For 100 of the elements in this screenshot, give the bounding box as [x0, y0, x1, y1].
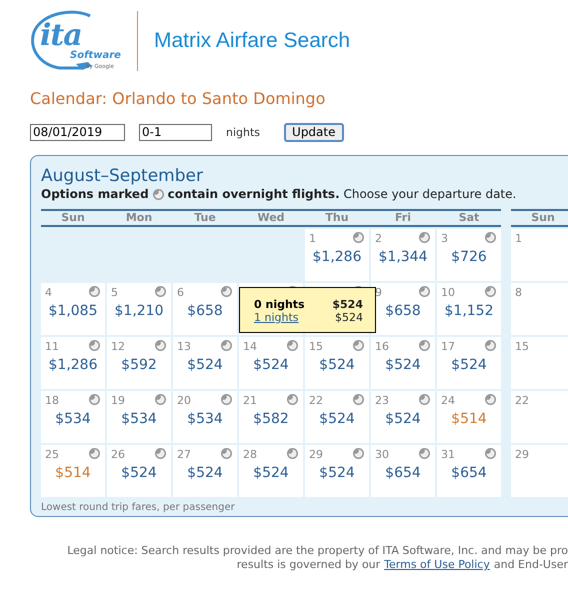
day-cell[interactable]: 18 $534 [41, 391, 105, 443]
day-cell[interactable]: 11 $1,286 [41, 337, 105, 389]
day-cell[interactable]: 5 $1,210 [107, 283, 171, 335]
day-number: 17 [441, 340, 455, 353]
day-cell[interactable]: 1 [511, 229, 568, 281]
day-number: 28 [243, 448, 257, 461]
day-number: 23 [375, 394, 389, 407]
overnight-icon [287, 340, 298, 351]
day-cell[interactable]: 28 $524 [239, 445, 303, 497]
day-cell[interactable]: 22 [511, 391, 568, 443]
day-number: 29 [515, 448, 529, 461]
fare-price: $534 [120, 411, 158, 427]
overnight-icon [353, 340, 364, 351]
day-cell[interactable]: 29 [511, 445, 568, 497]
fare-price: $524 [120, 465, 158, 481]
fare-price: $524 [252, 357, 290, 373]
day-number: 22 [309, 394, 323, 407]
day-number: 8 [515, 286, 522, 299]
fare-price: $1,210 [114, 303, 164, 319]
legal-notice: results is governed by our [236, 558, 380, 572]
tooltip-price: $524 [335, 311, 363, 324]
calendar-title: August–September [41, 166, 204, 186]
day-cell[interactable]: 16 $524 [371, 337, 435, 389]
overnight-icon [155, 394, 166, 405]
day-cell[interactable]: 24 $514 [437, 391, 501, 443]
overnight-icon [353, 448, 364, 459]
overnight-icon [419, 232, 430, 243]
day-cell[interactable]: 19 $534 [107, 391, 171, 443]
overnight-icon [287, 394, 298, 405]
day-number: 18 [45, 394, 59, 407]
nights-field[interactable]: 0-1 [139, 124, 212, 140]
day-cell[interactable]: 29 $524 [305, 445, 369, 497]
day-cell[interactable]: 26 $524 [107, 445, 171, 497]
overnight-icon [89, 286, 100, 297]
day-number: 26 [111, 448, 125, 461]
overnight-icon [221, 448, 232, 459]
fare-price: $524 [450, 357, 488, 373]
day-cell[interactable]: 15 $524 [305, 337, 369, 389]
fare-price: $524 [186, 465, 224, 481]
day-number: 1 [515, 232, 522, 245]
fare-price: $654 [450, 465, 488, 481]
day-cell[interactable]: 1 $1,286 [305, 229, 369, 281]
day-number: 10 [441, 286, 455, 299]
overnight-icon [419, 394, 430, 405]
day-cell[interactable]: 25 $514 [41, 445, 105, 497]
day-cell[interactable]: 15 [511, 337, 568, 389]
overnight-icon [287, 448, 298, 459]
weekday-header: Tue [193, 211, 217, 225]
terms-link[interactable]: Terms of Use Policy [384, 558, 490, 572]
day-cell[interactable]: 8 [511, 283, 568, 335]
day-cell[interactable]: 2 $1,344 [371, 229, 435, 281]
nights-link[interactable]: 1 nights [254, 311, 299, 324]
day-number: 12 [111, 340, 125, 353]
legal-notice: Legal notice: Search results provided are the property of ITA Software, Inc. and may be pro [67, 544, 568, 558]
day-cell[interactable]: 31 $654 [437, 445, 501, 497]
nights-label: nights [226, 126, 260, 138]
overnight-icon [419, 448, 430, 459]
day-cell[interactable]: 12 $592 [107, 337, 171, 389]
fare-price: $658 [186, 303, 224, 319]
day-cell[interactable]: 14 $524 [239, 337, 303, 389]
day-number: 5 [111, 286, 118, 299]
overnight-icon [152, 188, 164, 200]
day-cell[interactable]: 10 $1,152 [437, 283, 501, 335]
day-cell[interactable]: 30 $654 [371, 445, 435, 497]
fare-price: $524 [384, 357, 422, 373]
day-cell[interactable]: 23 $524 [371, 391, 435, 443]
overnight-icon [221, 286, 232, 297]
fare-price: $582 [252, 411, 290, 427]
overnight-icon [353, 232, 364, 243]
fare-price: $524 [318, 411, 356, 427]
day-cell[interactable]: 27 $524 [173, 445, 237, 497]
day-cell[interactable]: 22 $524 [305, 391, 369, 443]
day-cell[interactable]: 17 $524 [437, 337, 501, 389]
day-cell[interactable]: 3 $726 [437, 229, 501, 281]
day-cell[interactable]: 6 $658 [173, 283, 237, 335]
day-number: 29 [309, 448, 323, 461]
day-cell[interactable]: 9 $658 [371, 283, 435, 335]
overnight-icon [419, 340, 430, 351]
fare-price: $524 [318, 465, 356, 481]
weekday-header: Sun [60, 211, 86, 225]
fare-price: $514 [450, 411, 488, 427]
fare-price: $524 [252, 465, 290, 481]
legend-text: contain overnight flights. Choose your departure date. [168, 187, 516, 201]
day-number: 1 [309, 232, 316, 245]
overnight-icon [485, 448, 496, 459]
update-button[interactable]: Update [284, 122, 344, 142]
overnight-icon [419, 286, 430, 297]
day-number: 15 [515, 340, 529, 353]
nights-label: 0 nights [254, 298, 305, 311]
day-number: 22 [515, 394, 529, 407]
weekday-header: Wed [256, 211, 286, 225]
day-cell[interactable]: 13 $524 [173, 337, 237, 389]
day-number: 11 [45, 340, 59, 353]
overnight-icon [353, 394, 364, 405]
day-cell[interactable]: 20 $534 [173, 391, 237, 443]
day-cell[interactable]: 4 $1,085 [41, 283, 105, 335]
day-cell[interactable]: 21 $582 [239, 391, 303, 443]
overnight-icon [485, 394, 496, 405]
date-field[interactable]: 08/01/2019 [30, 124, 125, 140]
day-number: 13 [177, 340, 191, 353]
